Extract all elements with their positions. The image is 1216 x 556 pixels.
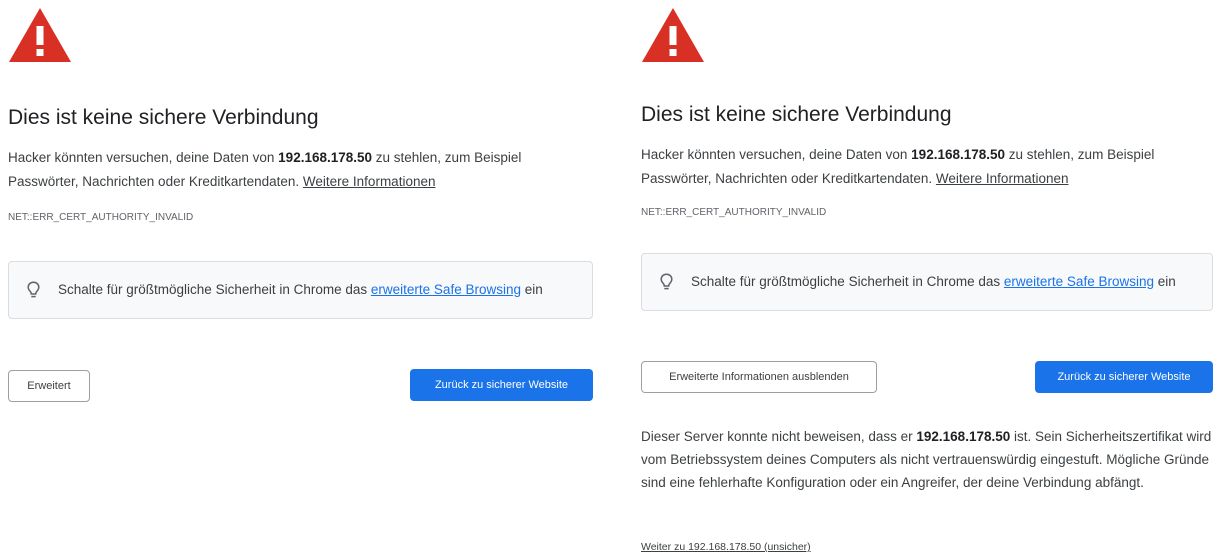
advanced-button[interactable]: Erweitert — [8, 370, 90, 402]
back-to-safety-button[interactable]: Zurück zu sicherer Website — [1035, 361, 1213, 393]
more-info-link[interactable]: Weitere Informationen — [303, 174, 436, 189]
safe-browsing-box: Schalte für größtmögliche Sicherheit in … — [641, 253, 1213, 311]
safe-browsing-text: Schalte für größtmögliche Sicherheit in … — [691, 274, 1176, 289]
details-message: Dieser Server konnte nicht beweisen, das… — [641, 425, 1213, 494]
warning-message: Hacker könnten versuchen, deine Daten vo… — [8, 146, 588, 194]
warning-triangle-icon — [7, 6, 73, 64]
page-title: Dies ist keine sichere Verbindung — [8, 106, 319, 129]
message-text: Hacker könnten versuchen, deine Daten vo… — [641, 147, 912, 162]
host-address: 192.168.178.50 — [278, 150, 373, 165]
lightbulb-icon — [660, 273, 673, 291]
lightbulb-icon — [27, 281, 40, 299]
enhanced-safe-browsing-link[interactable]: erweiterte Safe Browsing — [371, 282, 521, 297]
safe-browsing-text: Schalte für größtmögliche Sicherheit in … — [58, 282, 543, 297]
safe-browsing-text-end: ein — [520, 282, 543, 297]
more-info-link[interactable]: Weitere Informationen — [936, 171, 1069, 186]
safe-browsing-text-end: ein — [1153, 274, 1176, 289]
host-address: 192.168.178.50 — [916, 429, 1011, 444]
back-to-safety-button[interactable]: Zurück zu sicherer Website — [410, 369, 593, 401]
interstitial-collapsed: Dies ist keine sichere Verbindung Hacker… — [0, 0, 606, 556]
warning-triangle-icon — [640, 6, 706, 64]
error-code: NET::ERR_CERT_AUTHORITY_INVALID — [641, 207, 827, 218]
error-code: NET::ERR_CERT_AUTHORITY_INVALID — [8, 212, 194, 223]
safe-browsing-text-start: Schalte für größtmögliche Sicherheit in … — [58, 282, 371, 297]
safe-browsing-text-start: Schalte für größtmögliche Sicherheit in … — [691, 274, 1004, 289]
interstitial-expanded: Dies ist keine sichere Verbindung Hacker… — [632, 0, 1216, 556]
safe-browsing-box: Schalte für größtmögliche Sicherheit in … — [8, 261, 593, 319]
proceed-unsafe-link[interactable]: Weiter zu 192.168.178.50 (unsicher) — [641, 541, 811, 553]
details-text: Dieser Server konnte nicht beweisen, das… — [641, 429, 917, 444]
host-address: 192.168.178.50 — [911, 147, 1006, 162]
warning-message: Hacker könnten versuchen, deine Daten vo… — [641, 143, 1211, 191]
message-text: Hacker könnten versuchen, deine Daten vo… — [8, 150, 279, 165]
enhanced-safe-browsing-link[interactable]: erweiterte Safe Browsing — [1004, 274, 1154, 289]
hide-details-button[interactable]: Erweiterte Informationen ausblenden — [641, 361, 877, 393]
page-title: Dies ist keine sichere Verbindung — [641, 103, 952, 126]
